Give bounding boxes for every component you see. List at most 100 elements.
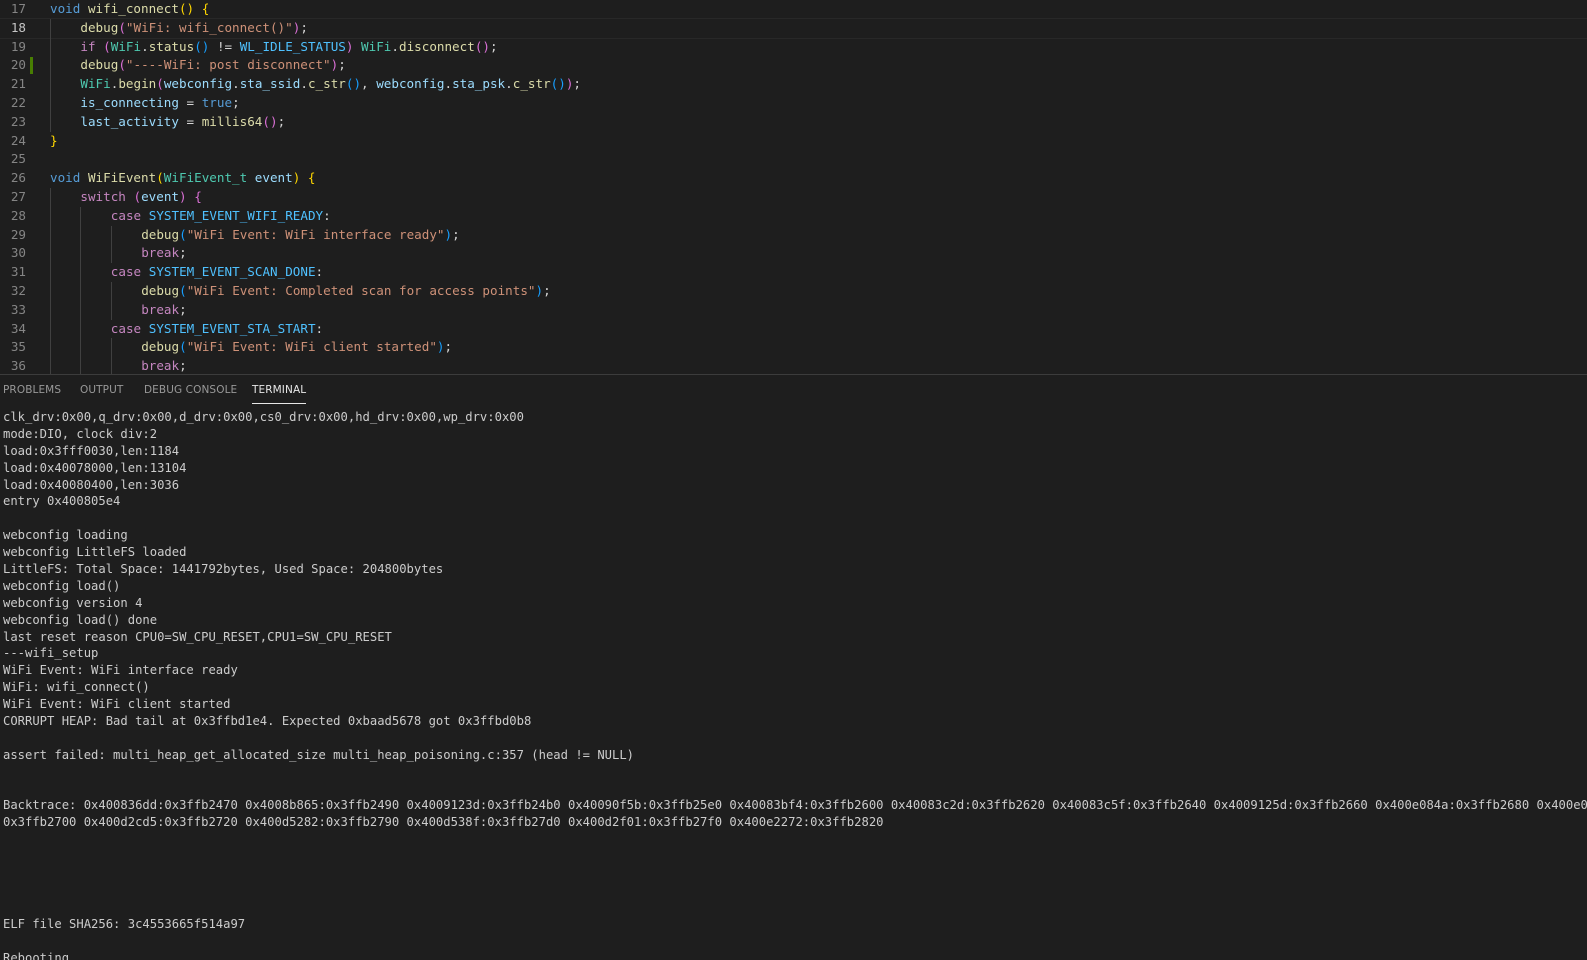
code-text: break;: [141, 357, 187, 374]
tab-terminal[interactable]: TERMINAL: [252, 375, 306, 404]
code-token: WiFi: [111, 39, 141, 54]
code-token: disconnect: [399, 39, 475, 54]
terminal-line: [3, 764, 1587, 781]
code-editor[interactable]: 17void wifi_connect() {18debug("WiFi: wi…: [0, 0, 1587, 374]
code-token: debug: [141, 227, 179, 242]
code-token: =: [179, 95, 202, 110]
code-token: SYSTEM_EVENT_SCAN_DONE: [149, 264, 316, 279]
code-line[interactable]: 26void WiFiEvent(WiFiEvent_t event) {: [0, 169, 1587, 188]
code-token: break: [141, 302, 179, 317]
terminal-line: webconfig version 4: [3, 595, 1587, 612]
code-line[interactable]: 24}: [0, 132, 1587, 151]
code-line[interactable]: 17void wifi_connect() {: [0, 0, 1587, 19]
code-token: (): [194, 39, 209, 54]
code-token: "WiFi Event: WiFi client started": [187, 339, 437, 354]
terminal-output[interactable]: clk_drv:0x00,q_drv:0x00,d_drv:0x00,cs0_d…: [3, 409, 1587, 960]
code-token: .: [300, 76, 308, 91]
code-token: (): [262, 114, 277, 129]
line-number: 21: [0, 75, 26, 94]
code-token: sta_ssid: [240, 76, 301, 91]
indent-guide: [50, 56, 51, 75]
terminal-line: webconfig load(): [3, 578, 1587, 595]
code-token: ;: [338, 57, 346, 72]
code-text: debug("WiFi Event: Completed scan for ac…: [141, 282, 550, 301]
code-token: (: [103, 39, 111, 54]
terminal-line: [3, 848, 1587, 865]
code-token: [194, 1, 202, 16]
code-line[interactable]: 30break;: [0, 244, 1587, 263]
code-token: ): [179, 189, 187, 204]
indent-guide: [50, 244, 51, 263]
code-line[interactable]: 18debug("WiFi: wifi_connect()");: [0, 19, 1587, 38]
code-line[interactable]: 31case SYSTEM_EVENT_SCAN_DONE:: [0, 263, 1587, 282]
code-token: WL_IDLE_STATUS: [240, 39, 346, 54]
code-token: WiFiEvent_t: [164, 170, 247, 185]
code-token: debug: [80, 57, 118, 72]
terminal-line: mode:DIO, clock div:2: [3, 426, 1587, 443]
code-line[interactable]: 20debug("----WiFi: post disconnect");: [0, 56, 1587, 75]
indent-guide: [50, 301, 51, 320]
line-number: 36: [0, 357, 26, 374]
code-token: ;: [300, 20, 308, 35]
tab-debug-console[interactable]: DEBUG CONSOLE: [144, 375, 237, 403]
code-line[interactable]: 36 break;: [0, 357, 1587, 374]
tab-problems[interactable]: PROBLEMS: [3, 375, 61, 403]
code-text: WiFi.begin(webconfig.sta_ssid.c_str(), w…: [80, 75, 581, 94]
code-line[interactable]: 33break;: [0, 301, 1587, 320]
panel-tab-bar: PROBLEMS OUTPUT DEBUG CONSOLE TERMINAL: [0, 375, 1587, 405]
code-token: (: [118, 20, 126, 35]
modified-line-marker[interactable]: [30, 57, 33, 74]
code-token: [141, 321, 149, 336]
indent-guide: [111, 301, 112, 320]
code-token: case: [111, 208, 141, 223]
indent-guide: [111, 244, 112, 263]
code-line[interactable]: 23last_activity = millis64();: [0, 113, 1587, 132]
code-text: case SYSTEM_EVENT_STA_START:: [111, 320, 323, 339]
code-token: break: [141, 358, 179, 373]
line-number: 22: [0, 94, 26, 113]
code-token: (: [133, 189, 141, 204]
code-token: c_str: [308, 76, 346, 91]
line-number: 25: [0, 150, 26, 169]
code-line[interactable]: 34 case SYSTEM_EVENT_STA_START:: [0, 320, 1587, 339]
code-token: last_activity: [80, 114, 179, 129]
code-token: }: [50, 133, 58, 148]
code-line[interactable]: 32debug("WiFi Event: Completed scan for …: [0, 282, 1587, 301]
code-line[interactable]: 27switch (event) {: [0, 188, 1587, 207]
code-line[interactable]: 25: [0, 150, 1587, 169]
code-token: (): [551, 76, 566, 91]
indent-guide: [50, 282, 51, 301]
code-line[interactable]: 22is_connecting = true;: [0, 94, 1587, 113]
line-number: 34: [0, 320, 26, 339]
code-line[interactable]: 29debug("WiFi Event: WiFi interface read…: [0, 226, 1587, 245]
code-token: .: [141, 39, 149, 54]
code-token: .: [391, 39, 399, 54]
code-token: .: [232, 76, 240, 91]
code-token: (: [156, 76, 164, 91]
code-token: WiFi: [80, 76, 110, 91]
terminal-line: [3, 933, 1587, 950]
code-line[interactable]: 35debug("WiFi Event: WiFi client started…: [0, 338, 1587, 357]
code-token: ;: [543, 283, 551, 298]
code-token: [141, 208, 149, 223]
code-token: =: [179, 114, 202, 129]
terminal-line: assert failed: multi_heap_get_allocated_…: [3, 747, 1587, 764]
indent-guide: [50, 357, 51, 374]
code-token: webconfig: [164, 76, 232, 91]
tab-output[interactable]: OUTPUT: [80, 375, 123, 403]
code-line[interactable]: 19if (WiFi.status() != WL_IDLE_STATUS) W…: [0, 38, 1587, 57]
code-token: .: [505, 76, 513, 91]
indent-guide: [80, 357, 81, 374]
code-token: switch: [80, 189, 126, 204]
terminal-line: 0x3ffb2700 0x400d2cd5:0x3ffb2720 0x400d5…: [3, 814, 1587, 831]
code-line[interactable]: 28case SYSTEM_EVENT_WIFI_READY:: [0, 207, 1587, 226]
terminal-line: CORRUPT HEAP: Bad tail at 0x3ffbd1e4. Ex…: [3, 713, 1587, 730]
code-line[interactable]: 21WiFi.begin(webconfig.sta_ssid.c_str(),…: [0, 75, 1587, 94]
code-token: "WiFi Event: Completed scan for access p…: [187, 283, 536, 298]
indent-guide: [50, 113, 51, 132]
code-text: switch (event) {: [80, 188, 201, 207]
terminal-line: [3, 781, 1587, 798]
terminal-line: load:0x3fff0030,len:1184: [3, 443, 1587, 460]
code-token: debug: [141, 339, 179, 354]
line-number: 18: [0, 19, 26, 38]
